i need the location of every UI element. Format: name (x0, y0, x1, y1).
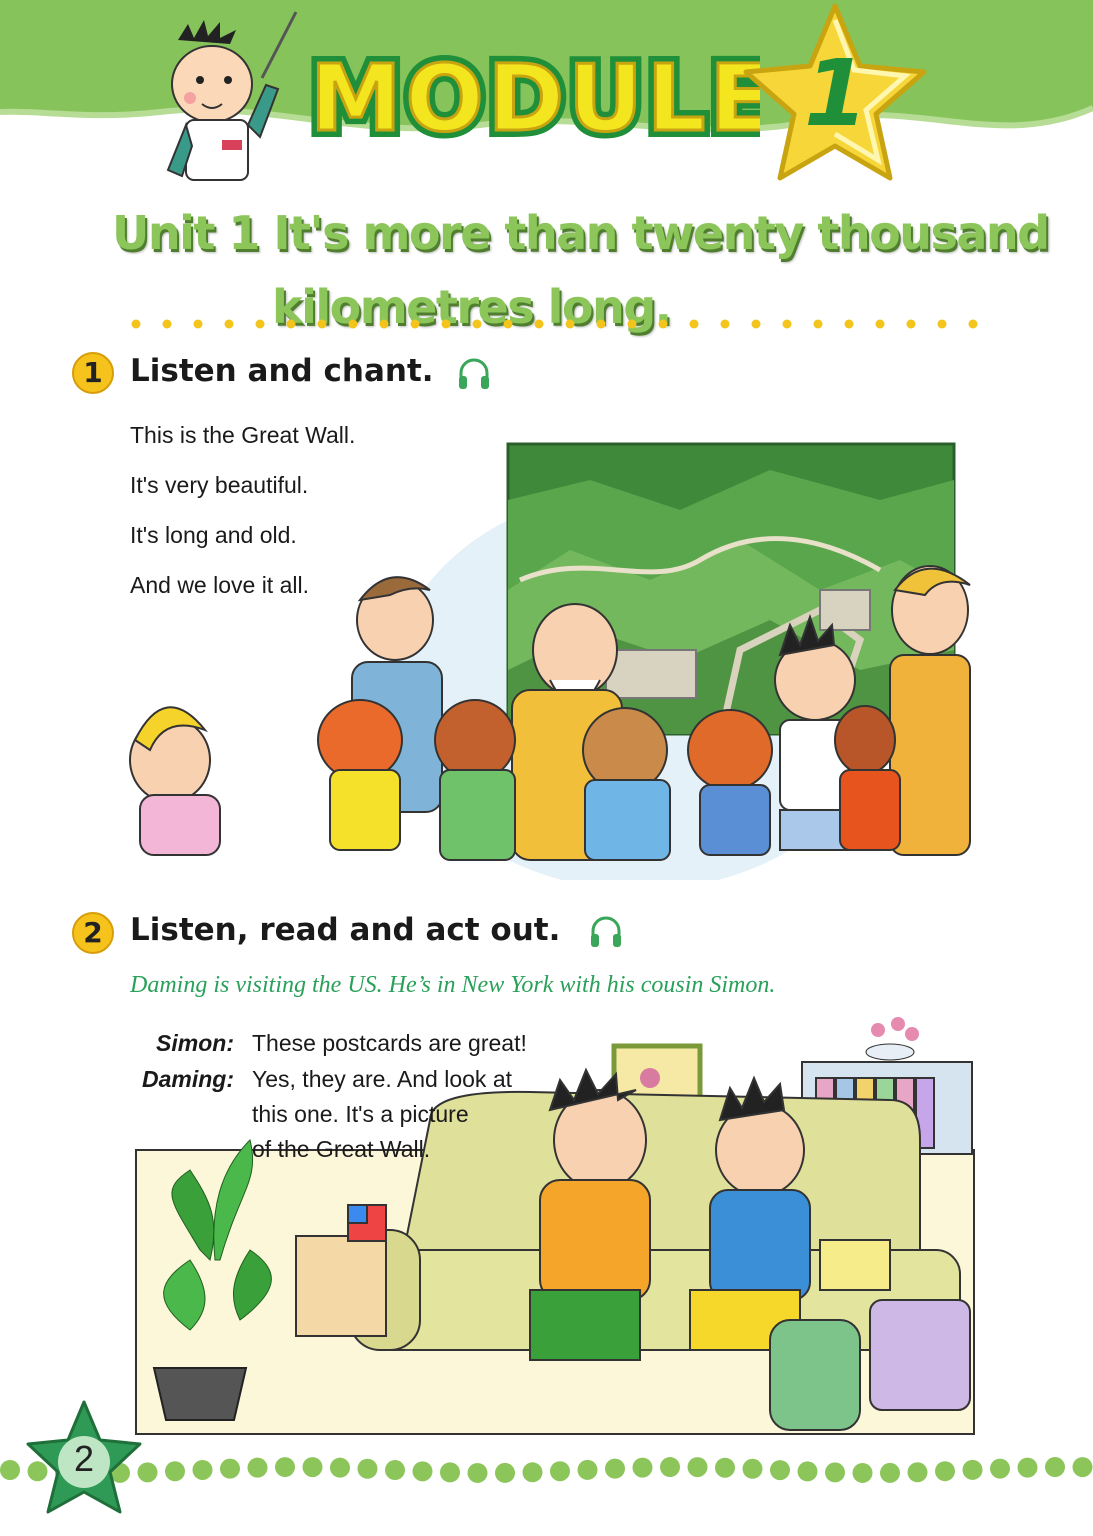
dialogue-line: of the Great Wall. (252, 1136, 431, 1162)
section1-title: Listen and chant. (130, 353, 434, 389)
svg-text:MODULE: MODULE (310, 45, 760, 152)
dialogue-intro: Daming is visiting the US. He’s in New Y… (130, 972, 776, 998)
dialogue-line: this one. It's a picture (252, 1101, 469, 1127)
great-wall-class-illustration (129, 442, 971, 880)
unit-title-line1: Unit 1 It's more than twenty thousand (112, 206, 1050, 260)
section2-number-badge: 2 (72, 912, 114, 954)
dialogue-line: Yes, they are. And look at (252, 1066, 512, 1092)
flower-vase (865, 1017, 919, 1061)
unit-title-line2: kilometres long. (272, 280, 672, 334)
section2-title: Listen, read and act out. (130, 912, 561, 948)
footer-dotted-border (0, 1457, 1093, 1483)
headphones-icon[interactable] (588, 914, 624, 950)
headphones-icon[interactable] (456, 356, 492, 392)
section1-number-badge: 1 (72, 352, 114, 394)
sofa (349, 1090, 961, 1351)
module-number: 1 (803, 40, 868, 147)
page-number: 2 (73, 1438, 95, 1479)
dialogue-line: These postcards are great! (252, 1030, 527, 1056)
speaker-daming: Daming: (142, 1066, 234, 1092)
speaker-simon: Simon: (156, 1030, 234, 1056)
module-word-art: MODULE MODULE (303, 38, 760, 159)
title-dotted-divider (131, 319, 978, 329)
